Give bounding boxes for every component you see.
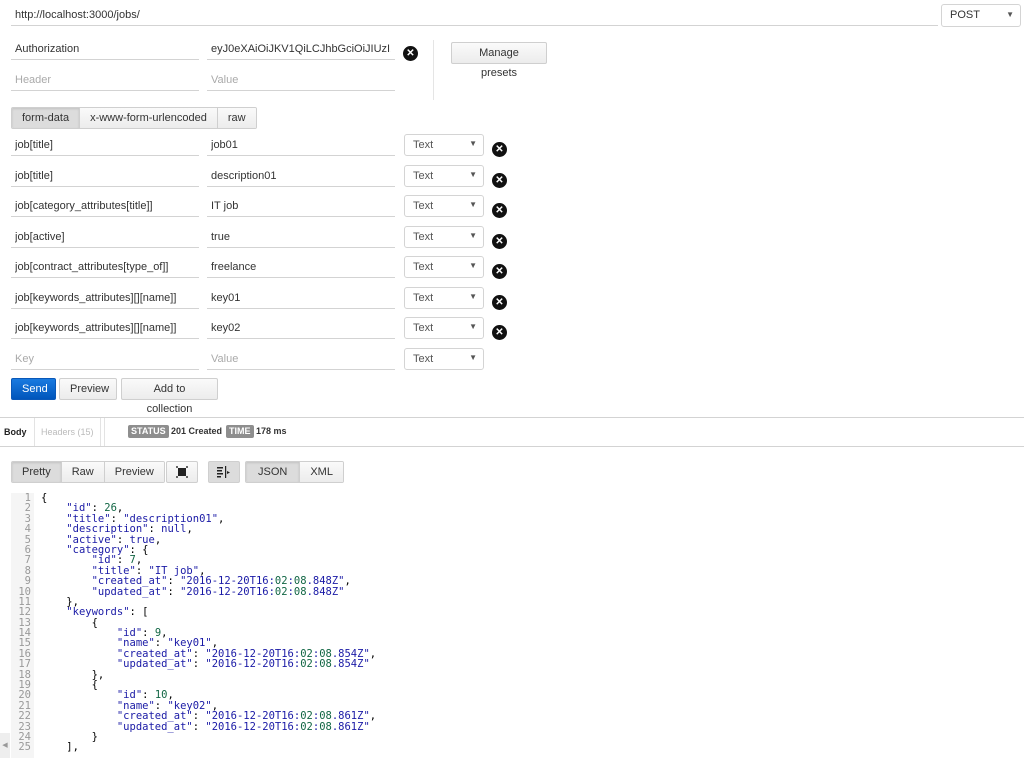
remove-row-icon[interactable]: ✕ xyxy=(492,142,507,157)
form-type-select[interactable]: Text ▼ xyxy=(404,165,484,187)
chevron-down-icon: ▼ xyxy=(469,261,477,270)
form-type-select[interactable]: Text ▼ xyxy=(404,134,484,156)
tab-raw[interactable]: raw xyxy=(217,108,256,128)
tab-response-headers[interactable]: Headers (15) xyxy=(34,418,101,446)
type-value: Text xyxy=(413,200,434,212)
send-button[interactable]: Send xyxy=(11,378,56,400)
type-value: Text xyxy=(413,261,434,273)
form-value-input[interactable] xyxy=(207,226,395,248)
remove-row-icon[interactable]: ✕ xyxy=(492,264,507,279)
new-header-value-input[interactable] xyxy=(207,69,395,91)
add-to-collection-button[interactable]: Add to collection xyxy=(121,378,218,415)
header-value-input[interactable] xyxy=(207,38,395,60)
time-value: 178 ms xyxy=(256,426,287,436)
tab-xml[interactable]: XML xyxy=(300,462,343,482)
status-value: 201 Created xyxy=(171,426,223,436)
response-body-viewer: 1 2 3 4 5 6 7 8 9 10 11 12 13 14 15 16 17 18 19 20 21 22 23 24 2… xyxy=(11,493,1024,758)
time-badge: TIME xyxy=(226,425,254,438)
method-select[interactable]: POST ▼ xyxy=(941,4,1021,27)
form-value-input[interactable] xyxy=(207,256,395,278)
tab-pretty[interactable]: Pretty xyxy=(12,462,62,482)
divider xyxy=(104,418,105,446)
body-type-tabs: form-data x-www-form-urlencoded raw xyxy=(11,107,257,129)
form-type-select[interactable]: Text ▼ xyxy=(404,226,484,248)
tab-raw-view[interactable]: Raw xyxy=(61,462,105,482)
type-value: Text xyxy=(413,353,434,365)
form-key-input[interactable] xyxy=(11,195,199,217)
code-lines: { "id": 26, "title": "description01", "d… xyxy=(41,493,376,753)
fullscreen-icon xyxy=(176,466,188,478)
type-value: Text xyxy=(413,292,434,304)
divider xyxy=(0,446,1024,447)
chevron-down-icon: ▼ xyxy=(469,292,477,301)
preview-button[interactable]: Preview xyxy=(59,378,117,400)
chevron-down-icon: ▼ xyxy=(469,139,477,148)
remove-row-icon[interactable]: ✕ xyxy=(492,234,507,249)
fullscreen-button[interactable] xyxy=(166,461,198,483)
new-header-key-input[interactable] xyxy=(11,69,199,91)
form-key-input[interactable] xyxy=(11,165,199,187)
tab-response-body[interactable]: Body xyxy=(0,418,31,446)
url-input[interactable] xyxy=(11,4,938,26)
chevron-down-icon: ▼ xyxy=(469,322,477,331)
wrap-lines-icon xyxy=(217,466,230,478)
code-line: "updated_at": "2016-12-20T16:02:08.848Z" xyxy=(91,585,345,598)
tab-x-www-form-urlencoded[interactable]: x-www-form-urlencoded xyxy=(80,108,218,128)
form-key-input[interactable] xyxy=(11,317,199,339)
format-tabs: JSON XML xyxy=(245,461,344,483)
view-mode-tabs: Pretty Raw Preview xyxy=(11,461,165,483)
tab-preview-view[interactable]: Preview xyxy=(104,462,164,482)
form-key-input[interactable] xyxy=(11,287,199,309)
chevron-down-icon: ▼ xyxy=(469,200,477,209)
form-key-input[interactable] xyxy=(11,134,199,156)
form-type-select[interactable]: Text ▼ xyxy=(404,317,484,339)
form-value-input[interactable] xyxy=(207,134,395,156)
type-value: Text xyxy=(413,139,434,151)
form-type-select[interactable]: Text ▼ xyxy=(404,256,484,278)
line-number-gutter: 1 2 3 4 5 6 7 8 9 10 11 12 13 14 15 16 17 18 19 20 21 22 23 24 2… xyxy=(11,493,34,758)
type-value: Text xyxy=(413,231,434,243)
header-key-input[interactable] xyxy=(11,38,199,60)
divider xyxy=(0,417,1024,418)
form-key-input[interactable] xyxy=(11,256,199,278)
line-number: 9 xyxy=(24,575,31,588)
new-form-type-select[interactable]: Text ▼ xyxy=(404,348,484,370)
tab-json[interactable]: JSON xyxy=(246,462,301,482)
divider xyxy=(433,40,434,100)
chevron-down-icon: ▼ xyxy=(1006,10,1014,19)
remove-row-icon[interactable]: ✕ xyxy=(492,325,507,340)
remove-row-icon[interactable]: ✕ xyxy=(492,295,507,310)
code-line: } xyxy=(41,730,98,743)
type-value: Text xyxy=(413,322,434,334)
type-value: Text xyxy=(413,170,434,182)
code-line: ], xyxy=(41,741,79,754)
chevron-down-icon: ▼ xyxy=(469,170,477,179)
chevron-down-icon: ▼ xyxy=(469,353,477,362)
manage-presets-button[interactable]: Manage presets xyxy=(451,42,547,79)
new-form-key-input[interactable] xyxy=(11,348,199,370)
remove-row-icon[interactable]: ✕ xyxy=(492,203,507,218)
tab-form-data[interactable]: form-data xyxy=(12,108,81,128)
line-number: 25 xyxy=(18,741,31,754)
form-value-input[interactable] xyxy=(207,165,395,187)
form-type-select[interactable]: Text ▼ xyxy=(404,195,484,217)
form-value-input[interactable] xyxy=(207,287,395,309)
scroll-left-arrow[interactable]: ◀ xyxy=(0,733,10,758)
form-value-input[interactable] xyxy=(207,195,395,217)
line-number: 4 xyxy=(24,523,31,536)
remove-row-icon[interactable]: ✕ xyxy=(492,173,507,188)
new-form-value-input[interactable] xyxy=(207,348,395,370)
method-value: POST xyxy=(950,9,980,21)
remove-header-icon[interactable]: ✕ xyxy=(403,46,418,61)
chevron-down-icon: ▼ xyxy=(469,231,477,240)
form-key-input[interactable] xyxy=(11,226,199,248)
status-badge: STATUS xyxy=(128,425,169,438)
form-value-input[interactable] xyxy=(207,317,395,339)
form-type-select[interactable]: Text ▼ xyxy=(404,287,484,309)
wrap-lines-button[interactable] xyxy=(208,461,240,483)
